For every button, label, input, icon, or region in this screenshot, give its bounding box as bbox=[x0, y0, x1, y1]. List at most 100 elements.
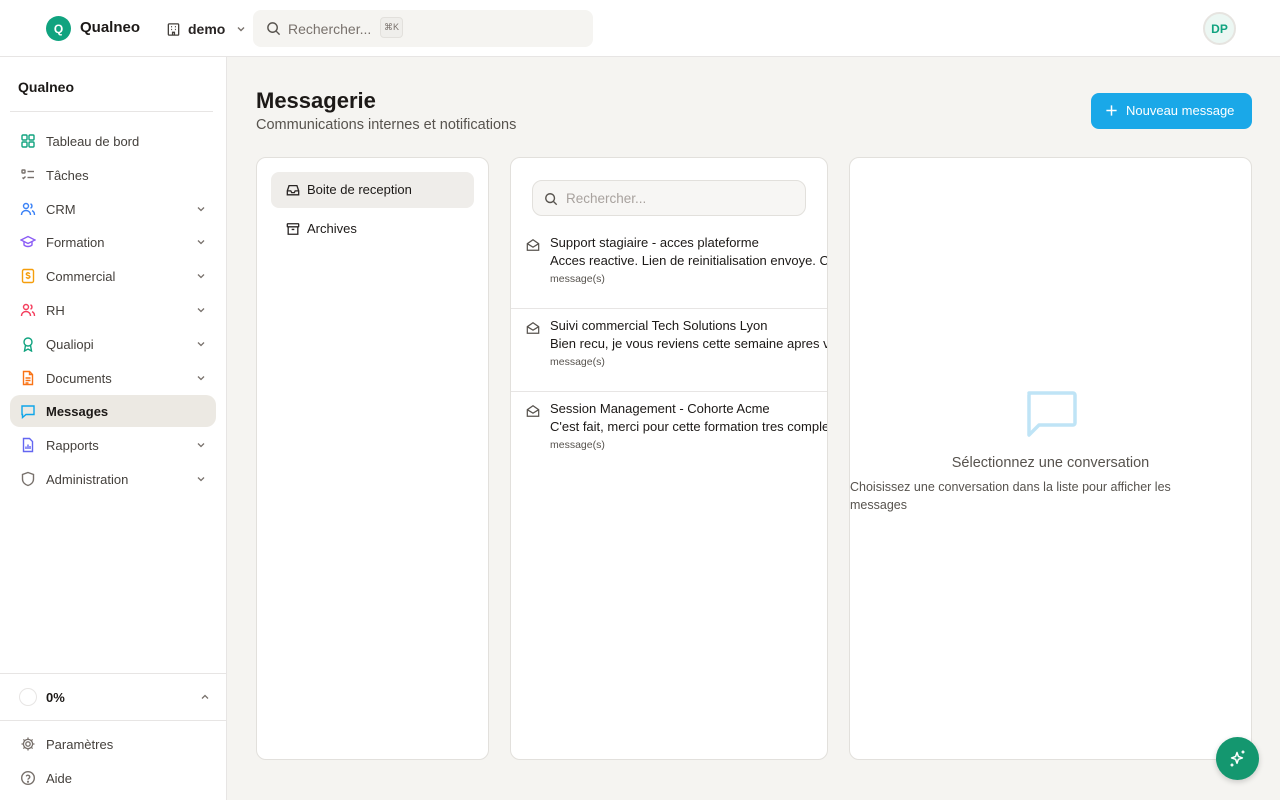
dashboard-icon bbox=[21, 134, 35, 148]
dollar-icon bbox=[21, 268, 35, 284]
divider bbox=[0, 720, 226, 721]
conversation-title: Session Management - Cohorte Acme bbox=[550, 401, 770, 416]
conversation-preview: Acces reactive. Lien de reinitialisation… bbox=[550, 253, 828, 268]
global-search-placeholder: Rechercher... bbox=[288, 21, 372, 37]
workspace-name: demo bbox=[188, 21, 226, 37]
sidebar-item-qualiopi[interactable]: Qualiopi bbox=[10, 328, 216, 360]
conversation-item[interactable]: Support stagiaire - acces plateforme Acc… bbox=[511, 226, 828, 309]
sidebar-item-label: Paramètres bbox=[46, 737, 114, 752]
conversation-preview: C'est fait, merci pour cette formation t… bbox=[550, 419, 828, 434]
conversation-item[interactable]: Suivi commercial Tech Solutions Lyon Bie… bbox=[511, 309, 827, 392]
app-name[interactable]: Qualneo bbox=[80, 19, 140, 36]
sidebar-nav: Tableau de bord Tâches CRM Formation Com… bbox=[10, 125, 216, 497]
onboarding-progress[interactable]: 0% bbox=[10, 681, 216, 713]
sidebar-item-formation[interactable]: Formation bbox=[10, 226, 216, 258]
new-message-label: Nouveau message bbox=[1126, 103, 1235, 118]
folder-inbox[interactable]: Boite de reception bbox=[271, 172, 474, 208]
logo-badge[interactable]: Q bbox=[46, 16, 71, 41]
sidebar-item-commercial[interactable]: Commercial bbox=[10, 260, 216, 292]
tasks-icon bbox=[21, 169, 34, 180]
chevron-down-icon bbox=[197, 375, 205, 380]
conversation-count: message(s) bbox=[550, 439, 605, 451]
sidebar-item-label: Tâches bbox=[46, 167, 89, 183]
folder-archives[interactable]: Archives bbox=[271, 211, 474, 247]
sidebar-item-label: Rapports bbox=[46, 438, 99, 454]
message-square-icon bbox=[1027, 391, 1077, 437]
conversation-preview: Bien recu, je vous reviens cette semaine… bbox=[550, 336, 827, 351]
sidebar-item-dashboard[interactable]: Tableau de bord bbox=[10, 125, 216, 157]
graduation-cap-icon bbox=[20, 236, 36, 248]
shield-icon bbox=[21, 471, 35, 487]
chevron-down-icon bbox=[197, 477, 205, 482]
inbox-icon bbox=[286, 184, 300, 196]
plus-icon bbox=[1106, 105, 1117, 116]
divider bbox=[0, 673, 226, 674]
conversation-search-input[interactable]: Rechercher... bbox=[532, 180, 806, 216]
folder-label: Archives bbox=[307, 221, 357, 236]
sidebar-item-tasks[interactable]: Tâches bbox=[10, 159, 216, 191]
sidebar-item-rapports[interactable]: Rapports bbox=[10, 429, 216, 461]
page-subtitle: Communications internes et notifications bbox=[256, 117, 517, 133]
chevron-down-icon bbox=[197, 240, 205, 245]
conversation-search-placeholder: Rechercher... bbox=[566, 191, 647, 206]
progress-label: 0% bbox=[46, 690, 65, 705]
sidebar-item-label: Commercial bbox=[46, 269, 116, 285]
workspace-switcher[interactable]: demo bbox=[166, 18, 246, 40]
sidebar-item-label: Documents bbox=[46, 370, 112, 386]
logo-letter: Q bbox=[53, 21, 64, 36]
empty-state-description: Choisissez une conversation dans la list… bbox=[850, 480, 1171, 512]
chevron-down-icon bbox=[197, 443, 205, 448]
search-icon bbox=[267, 22, 281, 36]
chevron-down-icon bbox=[197, 341, 205, 347]
file-icon bbox=[22, 370, 34, 385]
sidebar-item-settings[interactable]: Paramètres bbox=[10, 728, 216, 760]
chevron-up-icon bbox=[201, 694, 209, 699]
user-avatar[interactable]: DP bbox=[1203, 12, 1236, 45]
sidebar-item-label: Administration bbox=[46, 471, 129, 487]
search-icon bbox=[545, 193, 558, 206]
folders-panel: Boite de reception Archives bbox=[256, 157, 489, 760]
sidebar-item-documents[interactable]: Documents bbox=[10, 362, 216, 394]
award-icon bbox=[23, 337, 33, 352]
sidebar-item-help[interactable]: Aide bbox=[10, 762, 216, 794]
help-icon bbox=[20, 770, 36, 786]
conversation-count: message(s) bbox=[550, 273, 605, 285]
conversation-list-panel: Rechercher... Support stagiaire - acces … bbox=[510, 157, 828, 760]
sidebar-item-label: Aide bbox=[46, 771, 73, 786]
mail-open-icon bbox=[526, 239, 540, 251]
chevron-down-icon bbox=[197, 274, 205, 279]
global-search-input[interactable]: Rechercher... ⌘K bbox=[253, 10, 593, 47]
top-bar: Q Qualneo demo Rechercher... ⌘K DP bbox=[0, 0, 1280, 57]
conversation-item[interactable]: Session Management - Cohorte Acme C'est … bbox=[511, 392, 828, 475]
conversation-title: Suivi commercial Tech Solutions Lyon bbox=[550, 318, 768, 333]
chevron-down-icon bbox=[237, 27, 245, 32]
building-icon bbox=[167, 22, 180, 36]
sidebar-item-label: Messages bbox=[46, 404, 109, 420]
sidebar-item-label: Qualiopi bbox=[46, 336, 94, 352]
sidebar: Qualneo Tableau de bord Tâches CRM Forma… bbox=[0, 57, 227, 800]
new-message-button[interactable]: Nouveau message bbox=[1091, 93, 1252, 129]
chevron-down-icon bbox=[197, 206, 205, 212]
mail-open-icon bbox=[526, 405, 540, 417]
users-icon bbox=[20, 202, 36, 215]
sidebar-item-label: Tableau de bord bbox=[46, 134, 140, 149]
folder-label: Boite de reception bbox=[307, 182, 412, 197]
conversation-title: Support stagiaire - acces plateforme bbox=[550, 235, 759, 250]
sidebar-item-label: RH bbox=[46, 302, 65, 318]
sidebar-item-crm[interactable]: CRM bbox=[10, 193, 216, 225]
sidebar-item-messages[interactable]: Messages bbox=[10, 395, 216, 428]
search-shortcut-badge: ⌘K bbox=[380, 17, 403, 38]
people-icon bbox=[20, 303, 36, 317]
message-icon bbox=[21, 405, 35, 420]
sidebar-item-rh[interactable]: RH bbox=[10, 294, 216, 326]
conversation-count: message(s) bbox=[550, 356, 605, 368]
mail-open-icon bbox=[526, 322, 540, 334]
sidebar-item-administration[interactable]: Administration bbox=[10, 463, 216, 495]
ai-assistant-button[interactable] bbox=[1216, 737, 1259, 780]
progress-ring bbox=[19, 688, 37, 706]
divider bbox=[10, 111, 213, 112]
sidebar-item-label: CRM bbox=[46, 201, 76, 217]
sparkles-icon bbox=[1230, 750, 1244, 766]
empty-state-title: Sélectionnez une conversation bbox=[951, 455, 1150, 471]
page-title: Messagerie bbox=[256, 88, 376, 113]
